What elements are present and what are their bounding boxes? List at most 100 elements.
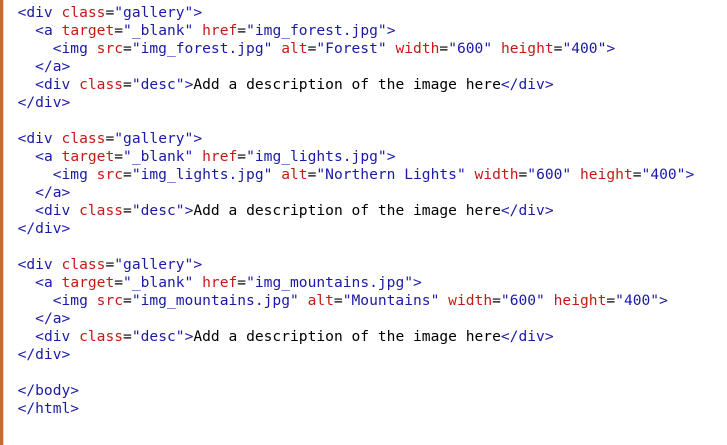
code-attr-value: "desc" bbox=[131, 76, 185, 93]
code-attribute: class bbox=[79, 328, 124, 345]
code-editor[interactable]: <div class="gallery"> <a target="_blank"… bbox=[0, 0, 727, 445]
code-tag: > bbox=[193, 130, 203, 147]
code-line: <img src="img_lights.jpg" alt="Northern … bbox=[0, 166, 695, 184]
code-tag: </a> bbox=[35, 184, 71, 201]
code-attr-value: "gallery" bbox=[114, 256, 194, 273]
code-tag: <div bbox=[35, 328, 71, 345]
code-attr-value: "_blank" bbox=[123, 22, 194, 39]
code-line: <a target="_blank" href="img_mountains.j… bbox=[0, 274, 694, 292]
code-text: = bbox=[123, 76, 132, 93]
code-text: = bbox=[439, 40, 449, 57]
code-attr-value: "600" bbox=[500, 292, 545, 309]
code-tag: <div bbox=[35, 202, 71, 219]
code-attr-value: "_blank" bbox=[123, 274, 194, 291]
code-area[interactable]: <div class="gallery"> <a target="_blank"… bbox=[0, 4, 695, 418]
code-tag: </div> bbox=[17, 220, 71, 237]
code-line: </div> bbox=[0, 346, 694, 364]
code-line: <img src="img_forest.jpg" alt="Forest" w… bbox=[0, 40, 694, 58]
code-text: = bbox=[518, 166, 528, 183]
code-attribute: target bbox=[61, 22, 115, 39]
code-line: <div class="gallery"> bbox=[0, 4, 694, 22]
code-attr-value: "600" bbox=[527, 166, 572, 183]
code-attribute: width bbox=[448, 292, 493, 309]
code-text: = bbox=[606, 292, 616, 309]
code-line: <div class="gallery"> bbox=[0, 130, 694, 148]
code-attr-value: "400" bbox=[562, 40, 607, 57]
code-text: = bbox=[632, 166, 642, 183]
code-tag: <img bbox=[52, 292, 88, 309]
code-line: <img src="img_mountains.jpg" alt="Mounta… bbox=[0, 292, 694, 310]
code-attribute: height bbox=[580, 166, 633, 183]
code-text: = bbox=[114, 274, 124, 291]
code-tag: </div> bbox=[17, 346, 71, 363]
code-attr-value: "400" bbox=[615, 292, 660, 309]
code-text: = bbox=[105, 4, 115, 21]
code-tag: <div bbox=[17, 256, 53, 273]
code-attribute: class bbox=[79, 76, 124, 93]
code-tag: <img bbox=[52, 166, 88, 183]
code-tag: <a bbox=[35, 274, 53, 291]
code-attr-value: "img_mountains.jpg" bbox=[246, 274, 414, 291]
code-attribute: alt bbox=[281, 40, 308, 57]
code-tag: </div> bbox=[500, 328, 554, 345]
code-attr-value: "_blank" bbox=[123, 148, 194, 165]
code-attribute: href bbox=[202, 22, 238, 39]
code-text: = bbox=[237, 274, 247, 291]
code-attr-value: "gallery" bbox=[114, 4, 194, 21]
code-tag: </a> bbox=[35, 58, 71, 75]
code-attr-value: "600" bbox=[448, 40, 493, 57]
code-attribute: class bbox=[79, 202, 124, 219]
code-tag: > bbox=[193, 256, 203, 273]
code-attr-value: "img_lights.jpg" bbox=[131, 166, 273, 183]
code-line: </html> bbox=[0, 400, 694, 418]
code-attribute: class bbox=[61, 130, 106, 147]
code-attribute: alt bbox=[281, 166, 308, 183]
code-tag: <img bbox=[52, 40, 88, 57]
code-tag: </a> bbox=[35, 310, 71, 327]
code-tag: <a bbox=[35, 148, 53, 165]
code-text: Add a description of the image here bbox=[193, 328, 501, 345]
code-attribute: height bbox=[500, 40, 554, 57]
code-tag: > bbox=[413, 274, 422, 291]
code-text: Add a description of the image here bbox=[193, 202, 501, 219]
code-attr-value: "img_lights.jpg" bbox=[246, 148, 387, 165]
code-attribute: href bbox=[202, 148, 238, 165]
code-attribute: src bbox=[96, 40, 124, 57]
code-tag: </body> bbox=[17, 382, 80, 399]
code-tag: <div bbox=[17, 4, 53, 21]
code-attr-value: "img_mountains.jpg" bbox=[131, 292, 299, 309]
code-line: <a target="_blank" href="img_forest.jpg"… bbox=[0, 22, 694, 40]
code-tag: > bbox=[193, 4, 203, 21]
code-attr-value: "desc" bbox=[131, 328, 185, 345]
code-attr-value: "desc" bbox=[131, 202, 185, 219]
code-attr-value: "img_forest.jpg" bbox=[131, 40, 273, 57]
code-tag: > bbox=[386, 22, 396, 39]
code-text: = bbox=[237, 148, 247, 165]
code-text: = bbox=[237, 22, 247, 39]
